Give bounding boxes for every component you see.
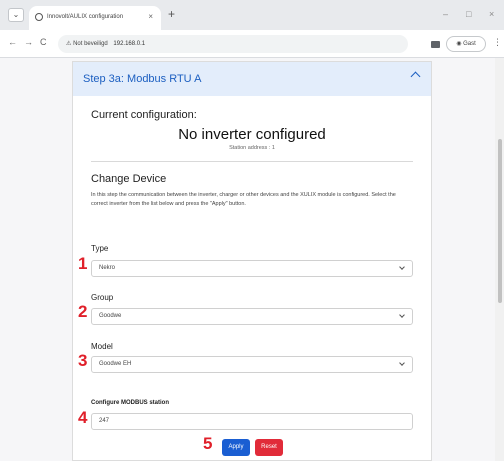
close-window-button[interactable]: ×	[489, 9, 494, 19]
annotation-number-1: 1	[78, 254, 88, 273]
maximize-button[interactable]: □	[466, 9, 471, 19]
profile-label: Gast	[463, 41, 476, 47]
page-content: Step 3a: Modbus RTU A Current configurat…	[0, 58, 504, 461]
forward-button[interactable]: →	[24, 37, 33, 47]
current-config-title: Current configuration:	[91, 109, 197, 121]
tab-close-icon[interactable]: ×	[148, 6, 153, 28]
modbus-station-input[interactable]: 247	[91, 413, 413, 430]
station-address: Station address : 1	[229, 145, 275, 151]
config-card: Step 3a: Modbus RTU A Current configurat…	[72, 61, 432, 461]
group-select[interactable]: Goodwe	[91, 308, 413, 325]
group-label: Group	[91, 293, 114, 302]
new-tab-button[interactable]: +	[168, 7, 175, 21]
profile-icon: ◉	[456, 41, 462, 47]
tab-title: Innovolt/AULIX configuration	[47, 14, 124, 20]
globe-icon	[35, 13, 43, 21]
modbus-station-label: Configure MODBUS station	[91, 400, 169, 406]
security-label: Not beveiligd	[73, 41, 108, 47]
change-device-title: Change Device	[91, 173, 167, 185]
browser-tab-bar: ⌄ Innovolt/AULIX configuration × + – □ ×	[0, 0, 504, 30]
model-label: Model	[91, 342, 113, 351]
annotation-number-5: 5	[203, 434, 213, 453]
type-value: Nekro	[99, 265, 116, 271]
change-device-description: In this step the communication between t…	[91, 192, 396, 207]
scrollbar-thumb[interactable]	[498, 139, 502, 303]
annotation-number-2: 2	[78, 302, 88, 321]
reload-button[interactable]: C	[40, 37, 47, 47]
tab-search-icon[interactable]: ⌄	[8, 8, 24, 22]
omnibox[interactable]: ⚠ Not beveiligd 192.168.0.1	[58, 35, 408, 53]
address-bar-row: ← → C ⚠ Not beveiligd 192.168.0.1 ◉ Gast…	[0, 30, 504, 58]
chevron-down-icon	[399, 312, 405, 318]
model-select[interactable]: Goodwe EH	[91, 356, 413, 373]
model-value: Goodwe EH	[99, 361, 132, 367]
chevron-down-icon	[399, 360, 405, 366]
reset-button[interactable]: Reset	[255, 439, 283, 456]
minimize-button[interactable]: –	[443, 9, 448, 19]
not-secure-icon: ⚠	[66, 41, 72, 47]
annotation-number-3: 3	[78, 351, 88, 370]
browser-tab[interactable]: Innovolt/AULIX configuration ×	[29, 6, 161, 30]
chevron-down-icon	[399, 264, 405, 270]
annotation-number-4: 4	[78, 408, 88, 427]
inverter-status: No inverter configured	[178, 126, 326, 143]
type-select[interactable]: Nekro	[91, 260, 413, 277]
browser-menu-icon[interactable]: ⋮	[493, 37, 502, 48]
modbus-station-value: 247	[99, 418, 110, 424]
back-button[interactable]: ←	[8, 37, 17, 47]
step-title: Step 3a: Modbus RTU A	[83, 73, 202, 85]
chevron-up-icon[interactable]	[410, 71, 421, 82]
url-text: 192.168.0.1	[113, 41, 146, 47]
accordion-header[interactable]: Step 3a: Modbus RTU A	[73, 62, 431, 96]
extensions-icon[interactable]	[431, 41, 440, 48]
type-label: Type	[91, 244, 109, 253]
divider	[91, 161, 413, 162]
profile-button[interactable]: ◉ Gast	[446, 36, 486, 52]
apply-button[interactable]: Apply	[222, 439, 250, 456]
group-value: Goodwe	[99, 313, 122, 319]
